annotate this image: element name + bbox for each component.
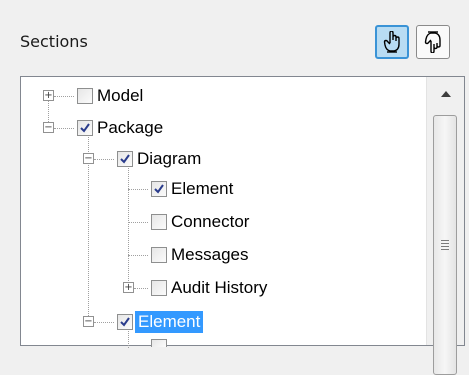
checkbox[interactable] [151, 247, 167, 263]
checkmark-icon [120, 317, 130, 327]
tree-item-label[interactable]: Audit History [171, 277, 267, 299]
sections-tree[interactable]: + Model − Package − Diagram Element Conn… [20, 76, 465, 375]
checkbox[interactable] [151, 280, 167, 296]
tree-item-label[interactable]: Connector [171, 211, 249, 233]
collapse-icon[interactable]: − [83, 316, 94, 327]
scroll-thumb[interactable] [433, 115, 457, 375]
vertical-scrollbar[interactable] [426, 77, 464, 375]
tree-item-label[interactable]: Diagram [137, 148, 201, 170]
tree-item-connector[interactable]: Connector [21, 208, 421, 236]
hand-pointer-down-button[interactable] [416, 25, 450, 59]
scroll-up-button[interactable] [427, 77, 464, 111]
checkbox[interactable] [151, 181, 167, 197]
tree-item-label[interactable]: Messages [171, 244, 248, 266]
tree-item-label[interactable]: Element [171, 178, 233, 200]
hand-pointer-up-icon [383, 31, 400, 53]
collapse-icon[interactable]: − [83, 153, 94, 164]
tree-item-diagram[interactable]: − Diagram [21, 145, 421, 173]
collapse-icon[interactable]: − [43, 122, 54, 133]
checkbox[interactable] [77, 120, 93, 136]
checkbox[interactable] [151, 214, 167, 230]
hand-pointer-down-icon [424, 31, 441, 53]
tree-item-messages[interactable]: Messages [21, 241, 421, 269]
checkmark-icon [120, 154, 130, 164]
checkbox[interactable] [77, 88, 93, 104]
tree-item-label[interactable]: Element [135, 311, 204, 333]
tree-item-model[interactable]: + Model [21, 82, 421, 110]
checkbox[interactable] [117, 314, 133, 330]
expand-icon[interactable]: + [123, 282, 134, 293]
tree-item-element[interactable]: Element [21, 175, 421, 203]
checkbox[interactable] [117, 151, 133, 167]
tree-item-element-selected[interactable]: − Element [21, 308, 421, 336]
checkmark-icon [154, 184, 164, 194]
checkmark-icon [80, 123, 90, 133]
scroll-up-arrow-icon [440, 91, 451, 97]
tree-item-label[interactable]: Package [97, 117, 163, 139]
tree-item-label[interactable]: Model [97, 85, 143, 107]
tree-item-package[interactable]: − Package [21, 114, 421, 142]
scroll-grip-icon [441, 240, 449, 252]
sections-title: Sections [20, 32, 88, 51]
checkbox[interactable] [151, 339, 167, 347]
expand-icon[interactable]: + [43, 90, 54, 101]
hand-pointer-up-button[interactable] [375, 25, 409, 59]
tree-item-audit-history[interactable]: + Audit History [21, 274, 421, 302]
